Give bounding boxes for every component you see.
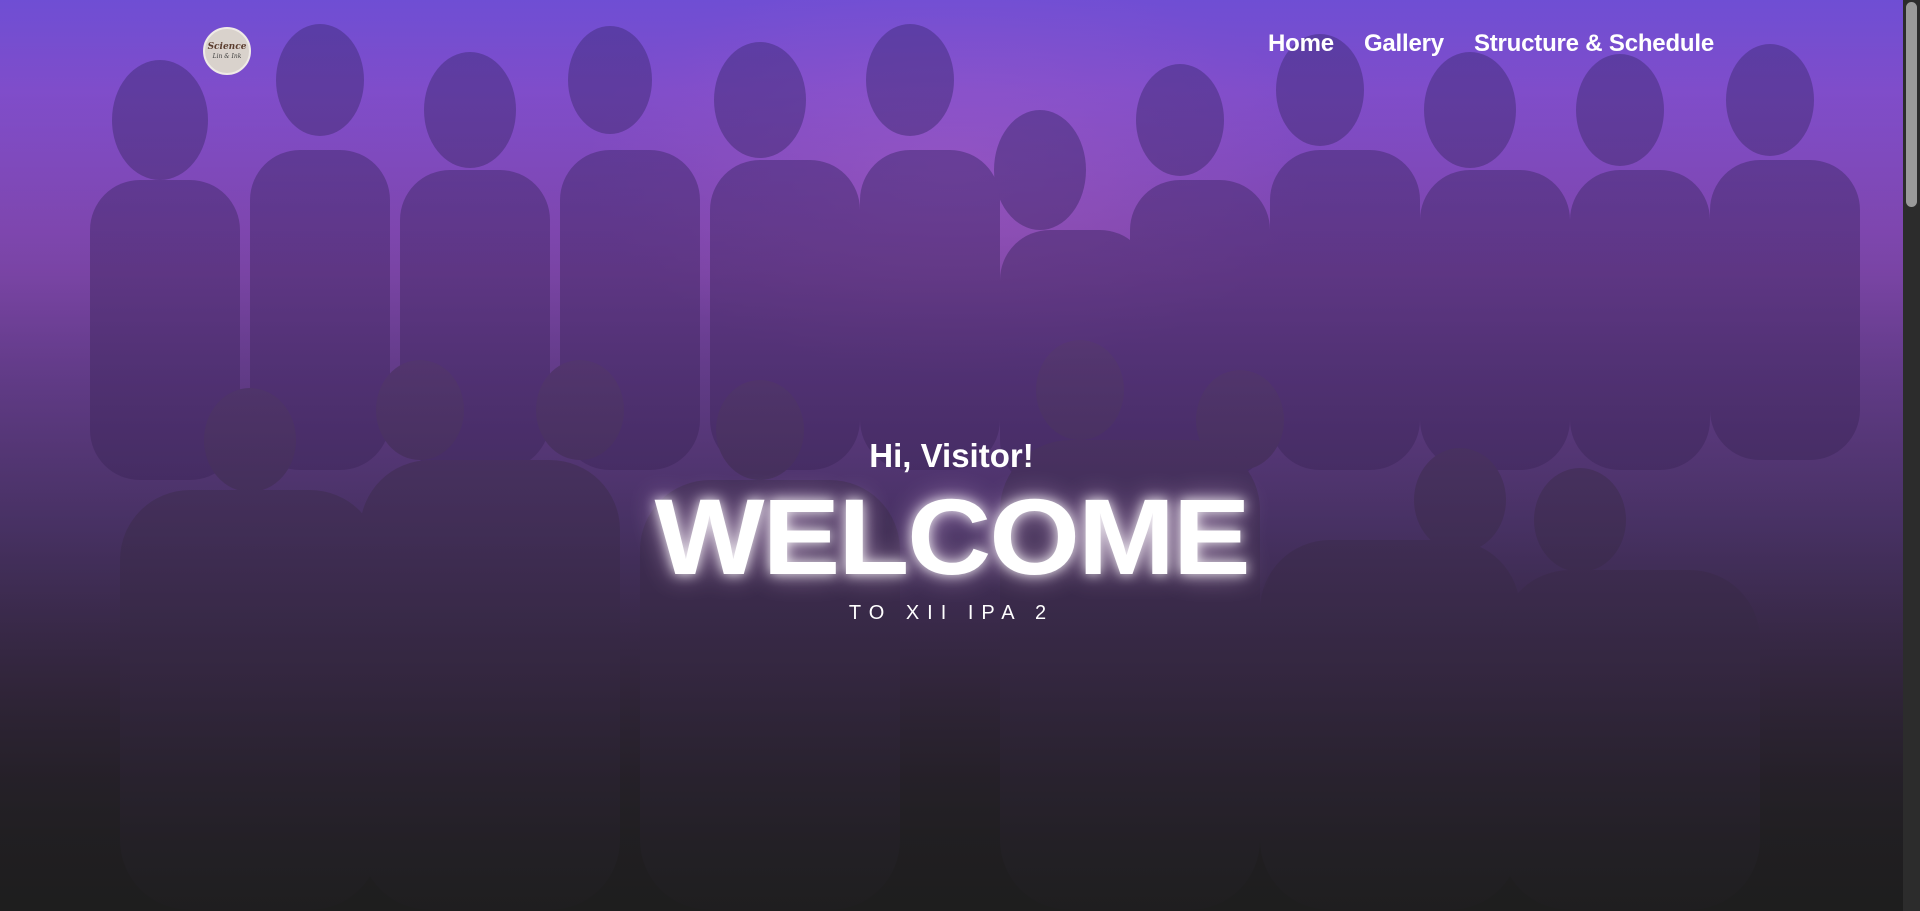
nav-item-gallery[interactable]: Gallery	[1364, 30, 1444, 58]
logo-subtext: Lin & Ink	[212, 52, 242, 60]
main-nav: Home Gallery Structure & Schedule	[1268, 30, 1714, 58]
page: Science Lin & Ink Home Gallery Structure…	[0, 0, 1920, 911]
page-scrollbar[interactable]	[1903, 0, 1920, 911]
site-logo[interactable]: Science Lin & Ink	[203, 27, 251, 75]
hero-text: Hi, Visitor! WELCOME TO XII IPA 2	[0, 435, 1903, 625]
nav-item-structure-schedule[interactable]: Structure & Schedule	[1474, 30, 1714, 58]
scrollbar-thumb[interactable]	[1906, 2, 1917, 207]
hero-greeting: Hi, Visitor!	[869, 437, 1034, 474]
logo-text: Science	[207, 41, 247, 52]
hero-subline: TO XII IPA 2	[848, 602, 1055, 624]
nav-item-home[interactable]: Home	[1268, 30, 1334, 58]
hero-headline: WELCOME	[654, 476, 1251, 597]
